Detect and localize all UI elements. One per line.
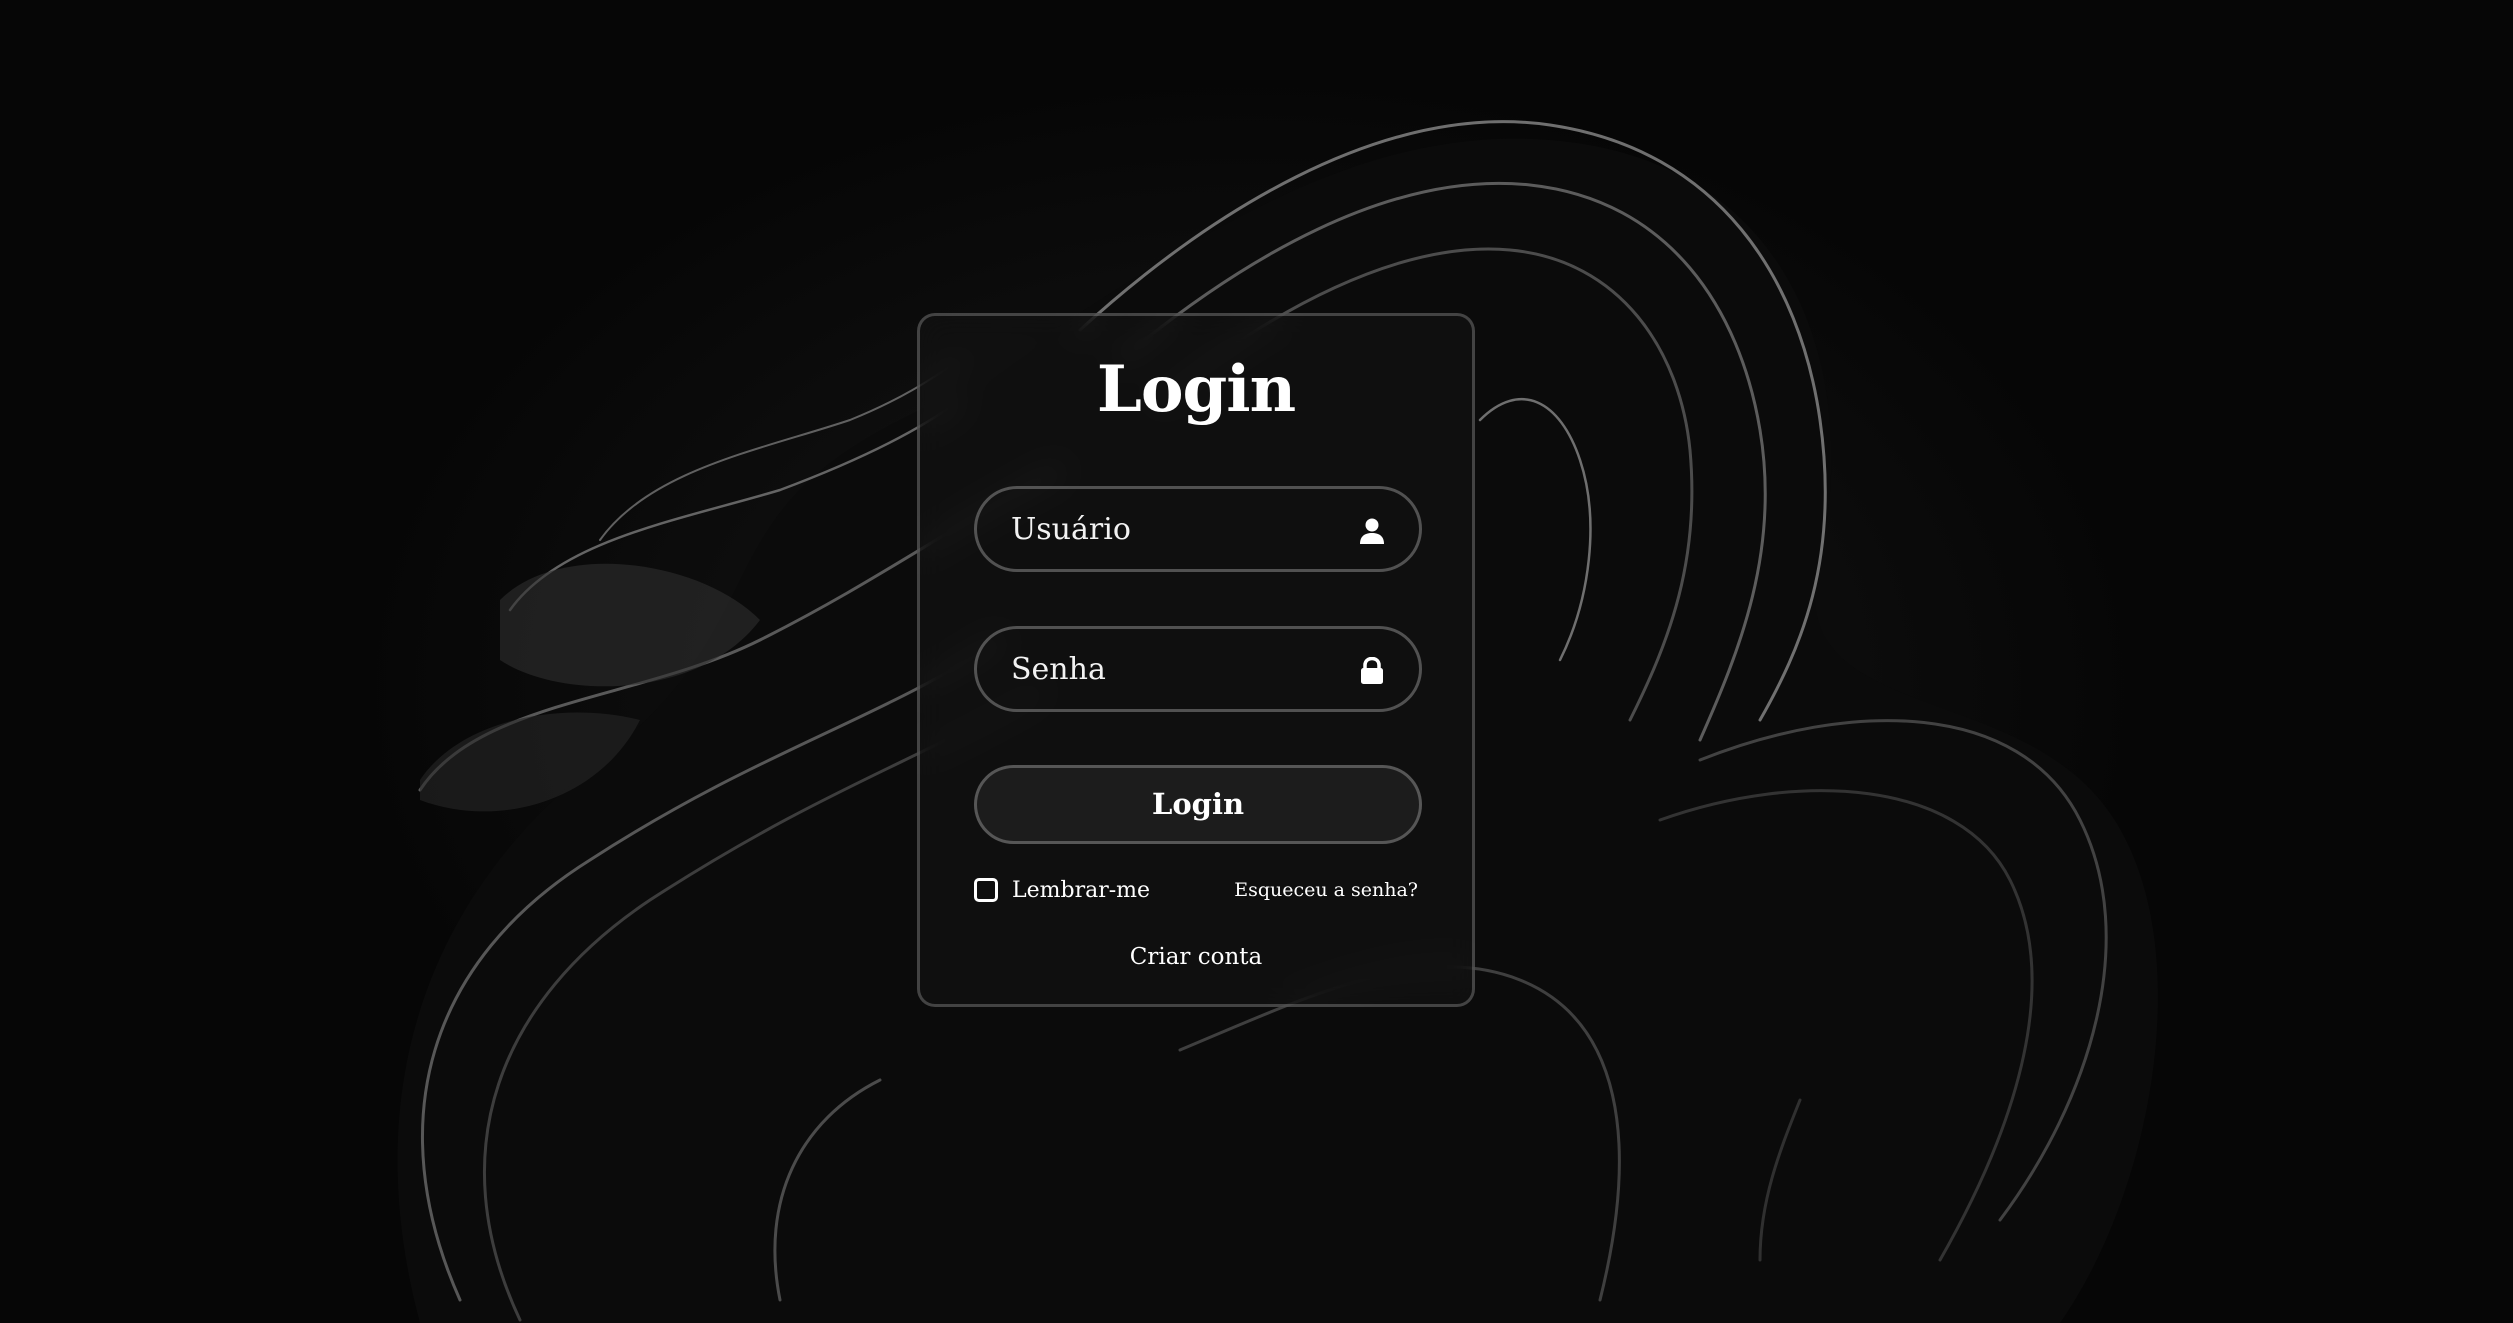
username-input[interactable] <box>977 489 1419 569</box>
remember-me-label: Lembrar-me <box>1012 877 1151 903</box>
login-title: Login <box>1096 352 1296 427</box>
login-button[interactable]: Login <box>974 765 1422 844</box>
password-input[interactable] <box>977 629 1419 709</box>
user-icon <box>1359 517 1385 545</box>
login-card: Login Login Lembrar-me Esqueceu a senha?… <box>917 313 1475 1007</box>
password-field-wrapper <box>974 626 1422 712</box>
forgot-password-link[interactable]: Esqueceu a senha? <box>1234 879 1418 901</box>
create-account-link[interactable]: Criar conta <box>920 944 1472 970</box>
username-field-wrapper <box>974 486 1422 572</box>
lock-icon <box>1359 656 1385 685</box>
remember-me-option[interactable]: Lembrar-me <box>974 874 1150 906</box>
remember-me-checkbox[interactable] <box>974 878 998 902</box>
